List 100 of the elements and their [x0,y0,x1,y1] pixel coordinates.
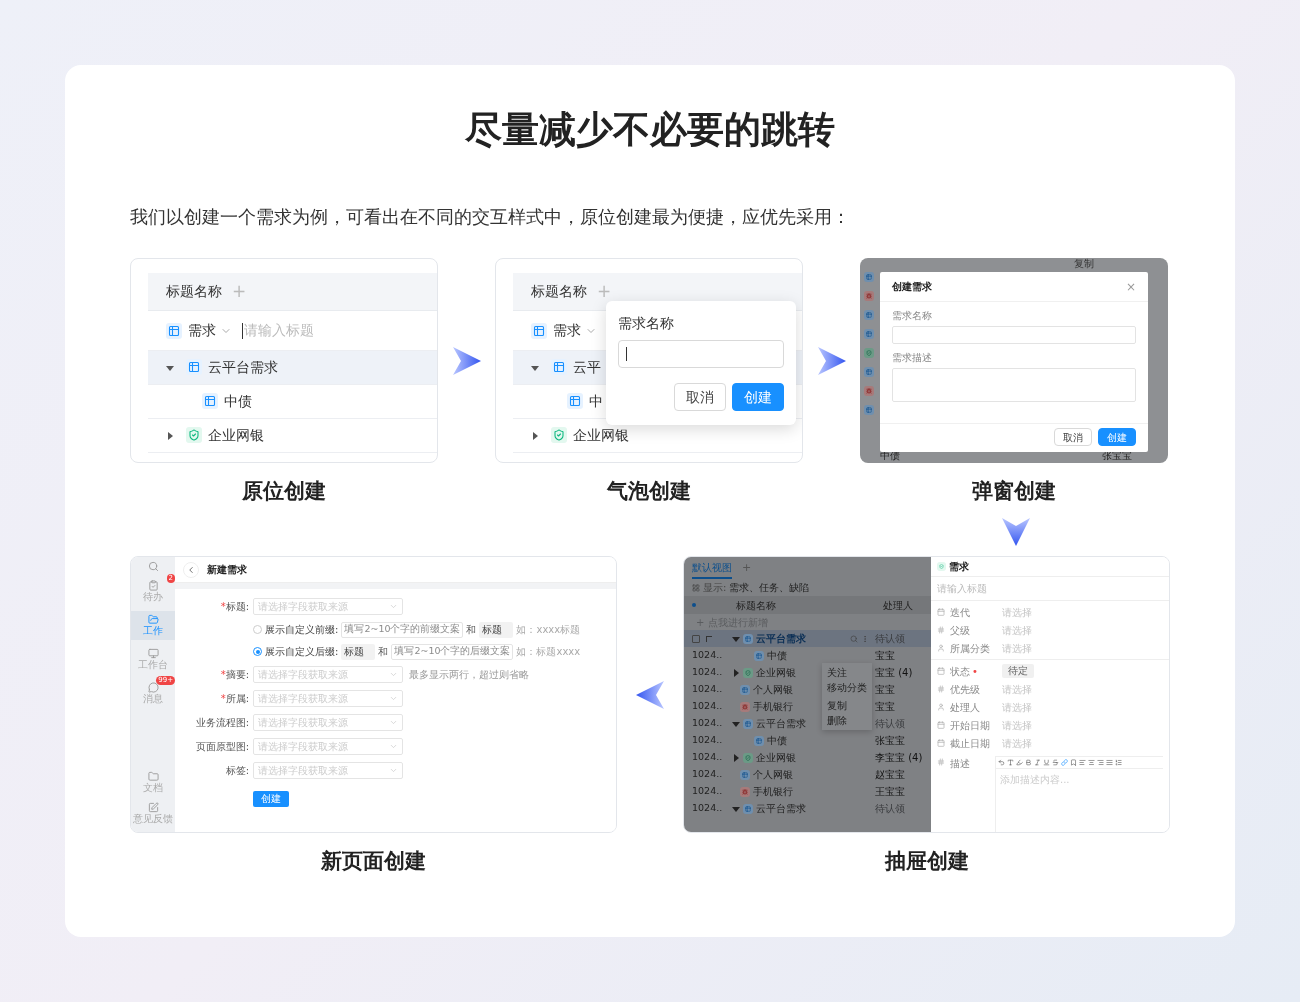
selected-row[interactable]: 云平台需求 待认领 [684,630,931,647]
row-title[interactable]: 企业网银 [756,750,796,765]
row-title[interactable]: 个人网银 [753,767,793,782]
align-right-icon[interactable] [1097,759,1104,766]
row-title[interactable]: 云平台需求 [756,631,806,646]
panel-caption: 气泡创建 [606,481,692,502]
caret-right-icon[interactable] [531,431,539,440]
row-id: 1024.. [692,699,723,714]
create-button[interactable]: 创建 [1098,428,1136,446]
caret-down-icon[interactable] [732,719,740,728]
row-title[interactable]: 云平台需求 [756,716,806,731]
caret-right-icon[interactable] [166,431,174,440]
add-tab-button[interactable]: + [742,559,752,577]
cancel-button[interactable]: 取消 [1054,428,1092,446]
row-checkbox[interactable] [692,634,700,643]
tree-item-label: 企业网银 [208,426,264,445]
form-label: 业务流程图: [195,716,249,730]
sidebar-item[interactable]: 工作 [131,611,175,640]
text-input[interactable]: 填写2~10个字的后缀文案 [391,643,514,660]
assignee: 宝宝 [875,683,896,697]
search-icon[interactable] [147,561,159,572]
dropdown-icon [389,694,398,703]
font-color-icon[interactable] [1007,759,1014,766]
cancel-button[interactable]: 取消 [674,383,726,411]
sidebar-item[interactable]: 意见反馈 [131,799,175,828]
bookmark-icon[interactable] [1070,759,1077,766]
line-spacing-icon[interactable] [1115,759,1122,766]
sidebar-item[interactable]: 文档 [131,768,175,797]
bug-icon [864,386,874,396]
highlighter-icon[interactable] [1016,759,1023,766]
assignee: 宝宝 (4) [875,666,914,680]
name-input[interactable] [892,326,1136,344]
page-title: 新建需求 [207,563,247,577]
add-column-button[interactable]: + [232,283,247,300]
row-title[interactable]: 中债 [767,733,787,748]
sidebar-label: 意见反馈 [133,813,173,825]
caret-down-icon[interactable] [732,804,740,813]
view-tab[interactable]: 默认视图 [692,557,732,579]
drag-handle-icon[interactable] [706,635,712,642]
clipboard-icon [147,580,159,591]
caret-right-icon[interactable] [732,668,740,677]
align-left-icon[interactable] [1079,759,1086,766]
row-title[interactable]: 企业网银 [756,665,796,680]
search-icon[interactable] [850,634,858,643]
tree-row[interactable]: 云平台需求 [148,351,437,385]
row-title[interactable]: 个人网银 [753,682,793,697]
row-title[interactable]: 手机银行 [753,784,793,799]
form-label: 标题: [225,600,249,614]
description-input[interactable] [892,368,1136,402]
dropdown-icon [389,670,398,679]
menu-item[interactable]: 复制 [822,698,872,713]
form-label: 所属: [225,692,249,706]
status-tag[interactable]: 待定 [1002,664,1034,678]
title-input[interactable]: 请输入标题 [931,577,1169,601]
column-header: 处理人 [883,598,913,613]
text-input[interactable]: 填写2~10个字的前缀文案 [341,621,464,638]
menu-item[interactable]: 移动分类 [822,680,872,695]
bug-icon [740,786,750,797]
align-center-icon[interactable] [1088,759,1095,766]
text-cursor [626,347,627,361]
dropdown-icon [389,742,398,751]
dropdown-icon [389,718,398,727]
menu-item[interactable]: 关注 [822,665,872,680]
dialog-title: 创建需求 [892,280,932,294]
caret-down-icon[interactable] [732,634,740,643]
caret-down-icon[interactable] [166,363,174,372]
align-justify-icon[interactable] [1106,759,1113,766]
caret-right-icon[interactable] [732,753,740,762]
table-icon [754,650,764,661]
arrow-right-icon [451,345,482,376]
connector-text: 和 [466,623,477,637]
folder-icon [147,614,159,625]
underline-icon[interactable] [1043,759,1050,766]
sidebar-label: 消息 [143,693,163,705]
caret-down-icon[interactable] [531,363,539,372]
bold-icon[interactable] [1025,759,1032,766]
hash-icon [937,685,945,693]
type-select[interactable]: 需求 [188,320,232,341]
type-select[interactable]: 需求 [553,320,597,341]
add-column-button[interactable]: + [597,283,612,300]
create-button[interactable]: 创建 [732,383,784,411]
italic-icon[interactable] [1034,759,1041,766]
create-button[interactable]: 创建 [253,791,289,807]
more-icon[interactable] [861,634,869,643]
name-input[interactable] [618,340,784,368]
menu-item[interactable]: 删除 [822,713,872,728]
row-title[interactable]: 手机银行 [753,699,793,714]
table-icon [531,322,547,339]
form-label: 页面原型图: [195,740,249,754]
title-input[interactable]: 请输入标题 [242,320,314,341]
sidebar-item[interactable]: 工作台 [131,645,175,674]
field-label: 截止日期 [950,736,990,751]
column-header: 标题名称 [166,282,222,301]
row-title[interactable]: 云平台需求 [756,801,806,816]
link-icon[interactable] [1061,759,1068,766]
dropdown-icon [389,602,398,611]
strikethrough-icon[interactable] [1052,759,1059,766]
row-title[interactable]: 中债 [767,648,787,663]
undo-icon[interactable] [998,759,1005,766]
close-button[interactable]: × [1125,280,1136,293]
